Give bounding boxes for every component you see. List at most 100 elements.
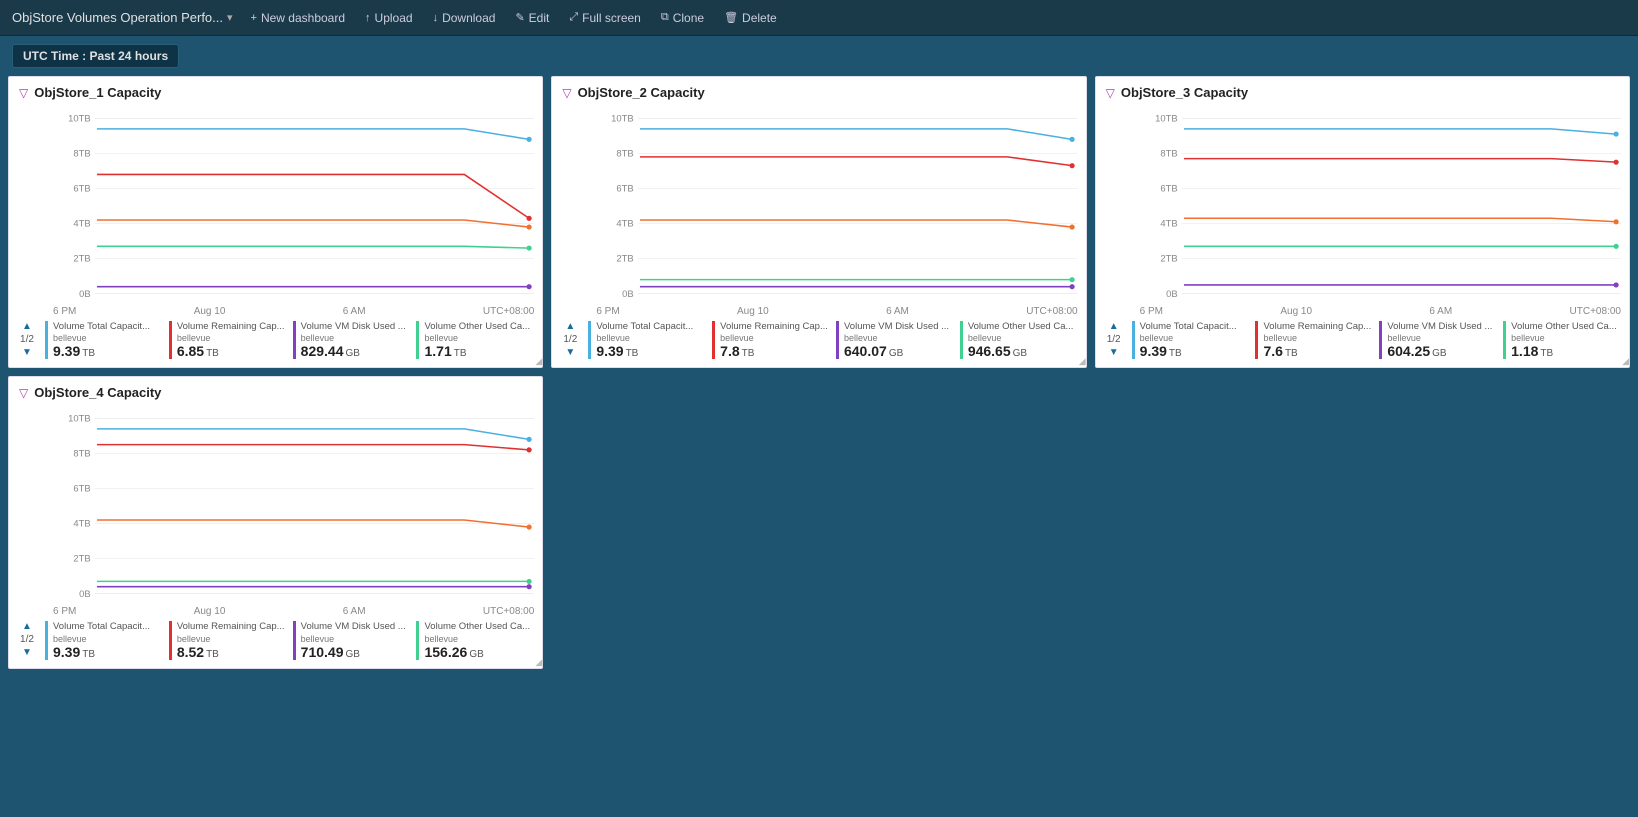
metric-unit: GB: [469, 649, 483, 660]
pager-up-button[interactable]: ▲: [1109, 321, 1119, 332]
metric-sub-label: bellevue: [844, 333, 956, 343]
metric-value: 7.8TB: [720, 343, 832, 359]
delete-label: Delete: [742, 11, 777, 25]
metric-value: 9.39TB: [53, 644, 165, 660]
metric-label: Volume Total Capacit...: [596, 321, 708, 332]
metrics-pager: ▲ 1/2 ▼: [1100, 321, 1128, 358]
new-dashboard-label: New dashboard: [261, 11, 345, 25]
metric-item-0: Volume Total Capacit...bellevue9.39TB: [45, 621, 165, 659]
metric-unit: TB: [1169, 348, 1182, 359]
metrics-row: ▲ 1/2 ▼ Volume Total Capacit... bellevue 9…: [9, 317, 542, 363]
svg-text:0B: 0B: [79, 589, 91, 599]
pager-down-button[interactable]: ▼: [565, 347, 575, 358]
metric-number: 9.39: [1140, 343, 1167, 359]
delete-icon: 🗑: [724, 11, 738, 24]
filter-icon[interactable]: ▽: [1106, 86, 1115, 100]
metrics-row: ▲ 1/2 ▼ Volume Total Capacit...bellevue9…: [552, 317, 1085, 363]
metric-item-2: Volume VM Disk Used ...bellevue829.44GB: [293, 321, 413, 359]
metric-value: 9.39TB: [1140, 343, 1252, 359]
svg-text:0B: 0B: [79, 289, 91, 299]
metric-unit: TB: [206, 348, 219, 359]
top-panel-row: ▽ObjStore_1 Capacity10TB8TB6TB4TB2TB0B6 …: [0, 76, 1638, 376]
panel-title: ObjStore_4 Capacity: [34, 385, 161, 400]
metric-number: 604.25: [1387, 343, 1430, 359]
panel-title: ObjStore_3 Capacity: [1121, 85, 1248, 100]
title-chevron-icon[interactable]: ▾: [227, 11, 233, 24]
dashboard-title: ObjStore Volumes Operation Perfo... ▾: [12, 10, 233, 25]
metric-unit: TB: [1285, 348, 1298, 359]
download-button[interactable]: ↓ Download: [423, 0, 506, 36]
pager-down-button[interactable]: ▼: [22, 647, 32, 658]
metric-item-1: Volume Remaining Cap...bellevue7.8TB: [712, 321, 832, 359]
edit-button[interactable]: ✎ Edit: [505, 0, 559, 36]
metrics-pager: ▲ 1/2 ▼: [13, 321, 41, 358]
x-axis-labels: 6 PMAug 106 AMUTC+08:00: [9, 606, 542, 617]
metric-sub-label: bellevue: [301, 333, 413, 343]
metric-unit: TB: [626, 348, 639, 359]
metrics-row: ▲ 1/2 ▼ Volume Total Capacit...bellevue9…: [9, 617, 542, 663]
metric-value: 8.52TB: [177, 644, 289, 660]
metric-sub-label: bellevue: [1263, 333, 1375, 343]
metric-unit: GB: [889, 348, 903, 359]
pager-label: 1/2: [20, 334, 34, 345]
svg-text:2TB: 2TB: [1160, 254, 1177, 264]
pager-up-button[interactable]: ▲: [22, 621, 32, 632]
filter-icon[interactable]: ▽: [562, 86, 571, 100]
metric-label: Volume VM Disk Used ...: [844, 321, 956, 332]
metric-label: Volume Total Capacit...: [53, 321, 165, 332]
bottom-panel-row: ▽ ObjStore_4 Capacity 10TB8TB6TB4TB2TB0B 6 …: [0, 376, 1638, 676]
delete-button[interactable]: 🗑 Delete: [714, 0, 787, 36]
filter-icon[interactable]: ▽: [19, 86, 28, 100]
time-prefix: UTC Time :: [23, 49, 89, 63]
metric-value: 9.39TB: [53, 343, 165, 359]
resize-handle[interactable]: ◢: [1074, 355, 1086, 367]
resize-handle[interactable]: ◢: [530, 355, 542, 367]
clone-icon: ⧉: [661, 11, 669, 24]
download-label: Download: [442, 11, 495, 25]
svg-text:6TB: 6TB: [617, 184, 634, 194]
new-dashboard-button[interactable]: + New dashboard: [241, 0, 356, 36]
metric-label: Volume Remaining Cap...: [177, 321, 289, 332]
fullscreen-icon: ⤢: [569, 11, 578, 24]
panel-panel3: ▽ObjStore_3 Capacity10TB8TB6TB4TB2TB0B6 …: [1095, 76, 1630, 368]
x-axis-label: UTC+08:00: [483, 606, 534, 617]
metric-item-3: Volume Other Used Ca...bellevue1.18TB: [1503, 321, 1623, 359]
pager-down-button[interactable]: ▼: [22, 347, 32, 358]
panel-header: ▽ObjStore_2 Capacity: [552, 77, 1085, 104]
metric-label: Volume VM Disk Used ...: [1387, 321, 1499, 332]
clone-button[interactable]: ⧉ Clone: [651, 0, 714, 36]
filter-icon[interactable]: ▽: [19, 386, 28, 400]
resize-handle[interactable]: ◢: [1617, 355, 1629, 367]
metric-sub-label: bellevue: [1140, 333, 1252, 343]
resize-handle[interactable]: ◢: [530, 656, 542, 668]
metric-sub-label: bellevue: [177, 333, 289, 343]
metric-unit: TB: [742, 348, 755, 359]
metric-label: Volume Other Used Ca...: [968, 321, 1080, 332]
metric-value: 1.71TB: [424, 343, 536, 359]
svg-text:6TB: 6TB: [73, 184, 90, 194]
metric-value: 1.18TB: [1511, 343, 1623, 359]
panel-panel2: ▽ObjStore_2 Capacity10TB8TB6TB4TB2TB0B6 …: [551, 76, 1086, 368]
metric-item-2: Volume VM Disk Used ...bellevue640.07GB: [836, 321, 956, 359]
metric-label: Volume Total Capacit...: [1140, 321, 1252, 332]
metric-item-1: Volume Remaining Cap...bellevue7.6TB: [1255, 321, 1375, 359]
metric-number: 9.39: [53, 343, 80, 359]
panel-panel1: ▽ObjStore_1 Capacity10TB8TB6TB4TB2TB0B6 …: [8, 76, 543, 368]
metric-number: 7.6: [1263, 343, 1282, 359]
header: ObjStore Volumes Operation Perfo... ▾ + …: [0, 0, 1638, 36]
time-bar: UTC Time : Past 24 hours: [0, 36, 1638, 76]
chart-area: 10TB8TB6TB4TB2TB0B: [1096, 104, 1629, 304]
pager-up-button[interactable]: ▲: [22, 321, 32, 332]
metric-sub-label: bellevue: [424, 333, 536, 343]
svg-text:4TB: 4TB: [73, 219, 90, 229]
svg-text:2TB: 2TB: [73, 254, 90, 264]
pager-down-button[interactable]: ▼: [1109, 347, 1119, 358]
svg-text:10TB: 10TB: [68, 113, 91, 123]
time-filter-badge[interactable]: UTC Time : Past 24 hours: [12, 44, 179, 68]
edit-icon: ✎: [515, 11, 524, 24]
pager-up-button[interactable]: ▲: [565, 321, 575, 332]
upload-label: Upload: [375, 11, 413, 25]
chart-area: 10TB8TB6TB4TB2TB0B: [9, 404, 542, 604]
upload-button[interactable]: ↑ Upload: [355, 0, 423, 36]
fullscreen-button[interactable]: ⤢ Full screen: [559, 0, 651, 36]
